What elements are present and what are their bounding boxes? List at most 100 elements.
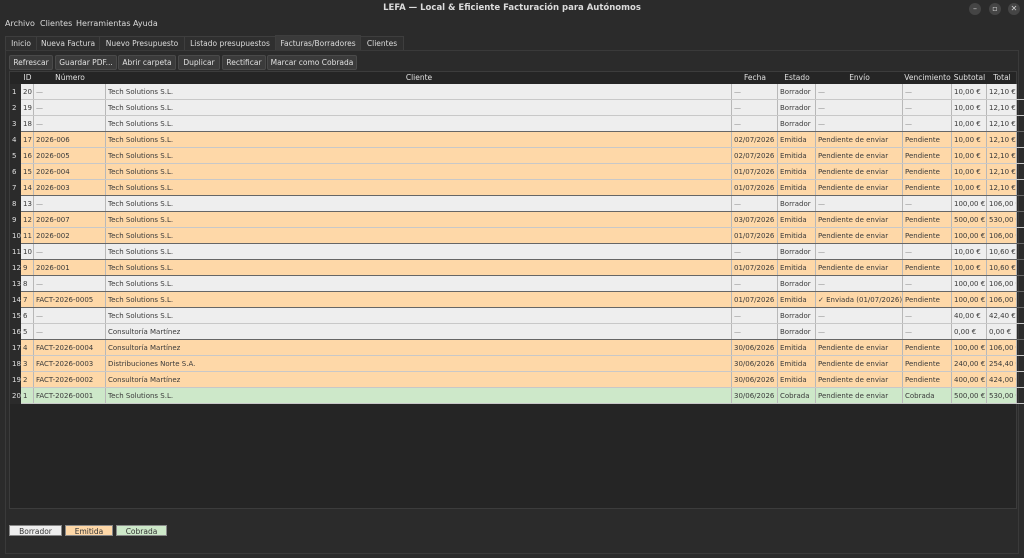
table-row[interactable]: 13 8— Tech Solutions S.L. — Borrador — —100,00… — [10, 276, 1017, 292]
save-pdf-button[interactable]: Guardar PDF... — [55, 55, 117, 70]
cell-id: 15 — [21, 164, 34, 180]
table-row[interactable]: 18 3 FACT-2026-0003 Distribuciones Norte S.… — [10, 356, 1017, 372]
table-row[interactable]: 5 16 2026-005 Tech Solutions S.L. 02/07/2026… — [10, 148, 1017, 164]
cell-estado: Borrador — [778, 116, 816, 132]
cell-envio: Pendiente de enviar — [816, 212, 903, 228]
table-row[interactable]: 20 1 FACT-2026-0001 Tech Solutions S.L. 30/0… — [10, 388, 1017, 404]
cell-total: 12,10 € — [987, 100, 1017, 116]
cell-venc: Pendiente — [903, 164, 952, 180]
table-row[interactable]: 16 5— Consultoría Martínez — Borrador — —0,00 … — [10, 324, 1017, 340]
cell-fecha: — — [732, 196, 778, 212]
column-header-venc[interactable]: Vencimiento — [903, 72, 952, 84]
column-header-total[interactable]: Total — [987, 72, 1017, 84]
table-row[interactable]: 17 4 FACT-2026-0004 Consultoría Martínez 30/… — [10, 340, 1017, 356]
cell-venc: — — [903, 324, 952, 340]
cell-total: 106,00 € — [987, 292, 1017, 308]
tab-listado-presupuestos[interactable]: Listado presupuestos — [184, 36, 276, 50]
cell-fecha: — — [732, 308, 778, 324]
tab-clientes[interactable]: Clientes — [360, 36, 404, 50]
cell-total: 12,10 € — [987, 180, 1017, 196]
cell-venc: — — [903, 100, 952, 116]
row-number: 1 — [10, 84, 21, 100]
cell-subtotal: 400,00 € — [952, 372, 987, 388]
column-header-cliente[interactable]: Cliente — [106, 72, 732, 84]
table-row[interactable]: 8 13— Tech Solutions S.L. — Borrador — —100,00… — [10, 196, 1017, 212]
table-row[interactable]: 1 20— Tech Solutions S.L. — Borrador — —10,00 … — [10, 84, 1017, 100]
cell-cliente: Tech Solutions S.L. — [106, 388, 732, 404]
tab-nuevo-presupuesto[interactable]: Nuevo Presupuesto — [99, 36, 185, 50]
table-row[interactable]: 2 19— Tech Solutions S.L. — Borrador — —10,00 … — [10, 100, 1017, 116]
maximize-icon[interactable]: ▫ — [989, 3, 1001, 15]
close-icon[interactable]: ✕ — [1008, 3, 1020, 15]
cell-subtotal: 500,00 € — [952, 212, 987, 228]
cell-numero: FACT-2026-0003 — [34, 356, 106, 372]
table-row[interactable]: 19 2 FACT-2026-0002 Consultoría Martínez 30/… — [10, 372, 1017, 388]
cell-venc: — — [903, 196, 952, 212]
tab-nueva-factura[interactable]: Nueva Factura — [36, 36, 100, 50]
cell-estado: Emitida — [778, 164, 816, 180]
row-number: 6 — [10, 164, 21, 180]
column-header-estado[interactable]: Estado — [778, 72, 816, 84]
cell-envio: Pendiente de enviar — [816, 340, 903, 356]
column-header-subtotal[interactable]: Subtotal — [952, 72, 987, 84]
cell-numero: 2026-003 — [34, 180, 106, 196]
table-row[interactable]: 15 6— Tech Solutions S.L. — Borrador — —40,00 … — [10, 308, 1017, 324]
row-number: 2 — [10, 100, 21, 116]
cell-total: 12,10 € — [987, 148, 1017, 164]
table-row[interactable]: 3 18— Tech Solutions S.L. — Borrador — —10,00 … — [10, 116, 1017, 132]
table-row[interactable]: 10 11 2026-002 Tech Solutions S.L. 01/07/202… — [10, 228, 1017, 244]
cell-id: 2 — [21, 372, 34, 388]
cell-subtotal: 0,00 € — [952, 324, 987, 340]
cell-fecha: 02/07/2026 — [732, 148, 778, 164]
table-row[interactable]: 9 12 2026-007 Tech Solutions S.L. 03/07/2026… — [10, 212, 1017, 228]
column-header-id[interactable]: ID — [21, 72, 34, 84]
menu-herramientas[interactable]: Herramientas — [76, 19, 131, 28]
column-header-fecha[interactable]: Fecha — [732, 72, 778, 84]
column-header-envio[interactable]: Envío — [816, 72, 903, 84]
table-row[interactable]: 6 15 2026-004 Tech Solutions S.L. 01/07/2026… — [10, 164, 1017, 180]
cell-cliente: Tech Solutions S.L. — [106, 260, 732, 276]
cell-venc: Pendiente — [903, 372, 952, 388]
invoices-table[interactable]: ID Número Cliente Fecha Estado Envío Vencimien… — [9, 71, 1024, 509]
column-header-numero[interactable]: Número — [34, 72, 106, 84]
refresh-button[interactable]: Refrescar — [9, 55, 53, 70]
cell-id: 17 — [21, 132, 34, 148]
minimize-icon[interactable]: – — [969, 3, 981, 15]
menu-ayuda[interactable]: Ayuda — [133, 19, 158, 28]
menu-bar: Archivo Clientes Herramientas Ayuda — [0, 17, 1024, 31]
cell-numero: — — [34, 196, 106, 212]
menu-archivo[interactable]: Archivo — [5, 19, 35, 28]
cell-venc: Pendiente — [903, 260, 952, 276]
menu-clientes[interactable]: Clientes — [40, 19, 72, 28]
cell-subtotal: 10,00 € — [952, 148, 987, 164]
cell-cliente: Consultoría Martínez — [106, 340, 732, 356]
cell-id: 14 — [21, 180, 34, 196]
tab-inicio[interactable]: Inicio — [5, 36, 37, 50]
table-row[interactable]: 14 7 FACT-2026-0005 Tech Solutions S.L. 01/0… — [10, 292, 1017, 308]
mark-paid-button[interactable]: Marcar como Cobrada — [267, 55, 357, 70]
cell-subtotal: 10,00 € — [952, 132, 987, 148]
table-row[interactable]: 7 14 2026-003 Tech Solutions S.L. 01/07/2026… — [10, 180, 1017, 196]
cell-envio: — — [816, 244, 903, 260]
tab-facturas-borradores[interactable]: Facturas/Borradores — [275, 35, 361, 51]
cell-fecha: 01/07/2026 — [732, 164, 778, 180]
table-row[interactable]: 11 10— Tech Solutions S.L. — Borrador — —10,00… — [10, 244, 1017, 260]
cell-total: 254,40 € — [987, 356, 1017, 372]
table-row[interactable]: 12 9 2026-001 Tech Solutions S.L. 01/07/2026… — [10, 260, 1017, 276]
cell-venc: Pendiente — [903, 356, 952, 372]
cell-id: 3 — [21, 356, 34, 372]
rectify-button[interactable]: Rectificar — [222, 55, 266, 70]
cell-venc: — — [903, 308, 952, 324]
cell-fecha: 01/07/2026 — [732, 180, 778, 196]
row-divider — [21, 403, 1024, 404]
cell-fecha: 03/07/2026 — [732, 212, 778, 228]
table-row[interactable]: 4 17 2026-006 Tech Solutions S.L. 02/07/2026… — [10, 132, 1017, 148]
cell-fecha: 02/07/2026 — [732, 132, 778, 148]
cell-subtotal: 100,00 € — [952, 196, 987, 212]
cell-numero: FACT-2026-0005 — [34, 292, 106, 308]
row-number: 15 — [10, 308, 21, 324]
duplicate-button[interactable]: Duplicar — [178, 55, 220, 70]
cell-subtotal: 10,00 € — [952, 260, 987, 276]
open-folder-button[interactable]: Abrir carpeta — [118, 55, 176, 70]
cell-cliente: Tech Solutions S.L. — [106, 196, 732, 212]
